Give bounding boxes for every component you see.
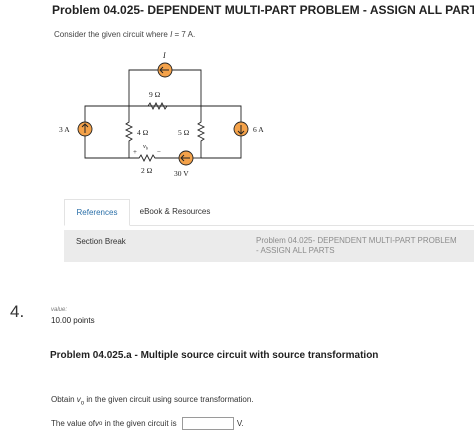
answer-input[interactable] — [181, 417, 234, 430]
instruction-suffix: in the given circuit using source transf… — [84, 395, 254, 404]
label-30V: 30 V — [174, 169, 189, 178]
label-r2: 2 Ω — [141, 166, 153, 175]
label-minus: − — [157, 148, 161, 156]
section-break-reference: Problem 04.025- DEPENDENT MULTI-PART PRO… — [256, 236, 457, 255]
label-6A: 6 A — [253, 125, 264, 134]
question-number: 4. — [10, 302, 25, 321]
tab-ebook-resources[interactable]: eBook & Resources — [136, 199, 214, 224]
label-3A: 3 A — [59, 125, 70, 134]
answer-line: The value of vo in the given circuit is … — [51, 417, 244, 430]
value-label: value: — [51, 307, 68, 313]
problem-intro: Consider the given circuit where I = 7 A… — [54, 30, 195, 39]
resource-tabs: References eBook & Resources — [64, 199, 474, 226]
points-value: 10.00 points — [51, 316, 95, 325]
intro-suffix: = 7 A. — [172, 30, 196, 39]
instruction-prefix: Obtain — [51, 395, 77, 404]
label-r4: 4 Ω — [137, 128, 149, 137]
problem-title: Problem 04.025- DEPENDENT MULTI-PART PRO… — [52, 3, 474, 17]
label-r5: 5 Ω — [178, 128, 190, 137]
label-plus: + — [133, 148, 137, 156]
answer-prefix: The value of — [51, 419, 96, 428]
tab-references[interactable]: References — [64, 199, 130, 226]
part-title: Problem 04.025.a - Multiple source circu… — [50, 350, 379, 361]
instruction-text: Obtain vo in the given circuit using sou… — [51, 395, 254, 407]
answer-middle: in the given circuit is — [102, 419, 179, 428]
intro-prefix: Consider the given circuit where — [54, 30, 171, 39]
label-r9: 9 Ω — [149, 90, 161, 99]
answer-unit: V. — [236, 419, 244, 428]
circuit-diagram: I 9 Ω 4 Ω 5 Ω 2 Ω 3 A 6 A 30 V + − vb — [51, 48, 271, 184]
label-current-I: I — [162, 51, 166, 60]
section-break-label: Section Break — [76, 237, 126, 246]
